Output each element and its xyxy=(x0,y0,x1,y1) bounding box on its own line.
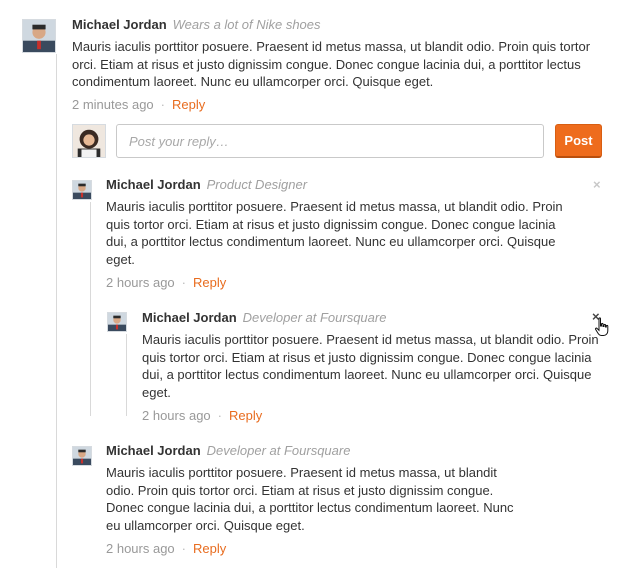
meta-separator: · xyxy=(181,541,187,556)
author-name[interactable]: Michael Jordan xyxy=(106,443,201,458)
close-icon[interactable]: × xyxy=(593,178,601,191)
meta-separator: · xyxy=(181,275,187,290)
avatar[interactable] xyxy=(107,312,127,332)
comment-body: Mauris iaculis porttitor posuere. Praese… xyxy=(106,465,514,533)
author-role: Developer at Foursquare xyxy=(242,310,387,325)
reply-link[interactable]: Reply xyxy=(229,408,262,423)
reply-link[interactable]: Reply xyxy=(193,275,226,290)
meta-separator: · xyxy=(160,97,166,112)
timestamp: 2 minutes ago xyxy=(72,97,154,112)
user-avatar-icon xyxy=(108,313,126,331)
meta-separator: · xyxy=(217,408,223,423)
avatar[interactable] xyxy=(22,19,56,53)
timestamp: 2 hours ago xyxy=(106,541,175,556)
comment-meta: 2 hours ago · Reply xyxy=(106,275,226,290)
avatar[interactable] xyxy=(72,180,92,200)
comment-body: Mauris iaculis porttitor posuere. Praese… xyxy=(106,199,563,267)
avatar[interactable] xyxy=(72,446,92,466)
author-role: Wears a lot of Nike shoes xyxy=(172,17,321,32)
user-avatar-icon xyxy=(73,125,105,157)
author-name[interactable]: Michael Jordan xyxy=(106,177,201,192)
author-name[interactable]: Michael Jordan xyxy=(72,17,167,32)
author-name[interactable]: Michael Jordan xyxy=(142,310,237,325)
reply-link[interactable]: Reply xyxy=(193,541,226,556)
thread-line-main xyxy=(56,54,57,568)
timestamp: 2 hours ago xyxy=(106,275,175,290)
post-button[interactable]: Post xyxy=(555,124,602,158)
thread-line-deep xyxy=(126,334,127,416)
comment-meta: 2 minutes ago · Reply xyxy=(72,97,205,112)
user-avatar-icon xyxy=(73,447,91,465)
comment-header: Michael Jordan Developer at Foursquare xyxy=(142,309,386,327)
comment-header: Michael Jordan Developer at Foursquare xyxy=(106,442,350,460)
comment-meta: 2 hours ago · Reply xyxy=(142,408,262,423)
user-avatar-icon xyxy=(23,20,55,52)
composer-avatar xyxy=(72,124,106,158)
comment-body: Mauris iaculis porttitor posuere. Praese… xyxy=(72,39,591,89)
comment-header: Michael Jordan Wears a lot of Nike shoes xyxy=(72,16,321,34)
comment-meta: 2 hours ago · Reply xyxy=(106,541,226,556)
comment-header: Michael Jordan Product Designer xyxy=(106,176,307,194)
author-role: Product Designer xyxy=(206,177,308,192)
thread-line-nested xyxy=(90,202,91,416)
reply-link[interactable]: Reply xyxy=(172,97,205,112)
user-avatar-icon xyxy=(73,181,91,199)
reply-input[interactable] xyxy=(116,124,544,158)
author-role: Developer at Foursquare xyxy=(206,443,351,458)
comment-body: Mauris iaculis porttitor posuere. Praese… xyxy=(142,332,599,400)
timestamp: 2 hours ago xyxy=(142,408,211,423)
